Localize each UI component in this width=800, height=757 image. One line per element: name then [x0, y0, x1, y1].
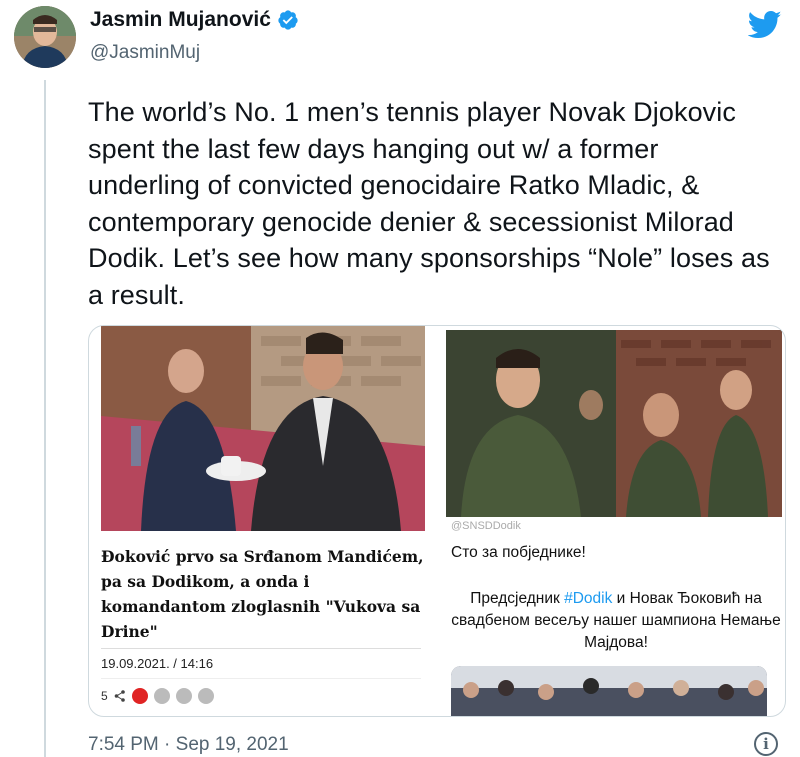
share-count: 5	[101, 689, 108, 703]
right-post-line2: Предсједник #Dodik и Новак Ђоковић на св…	[451, 588, 781, 654]
left-article-date: 19.09.2021. / 14:16	[101, 656, 214, 671]
twitter-share-icon[interactable]	[153, 688, 170, 704]
author-name-row: Jasmin Mujanović	[90, 8, 299, 32]
info-icon[interactable]: i	[754, 732, 778, 756]
divider	[101, 678, 421, 679]
hashtag-link[interactable]: #Dodik	[564, 590, 612, 607]
right-post-handle: @SNSDDodik	[451, 520, 521, 532]
avatar[interactable]	[14, 6, 76, 68]
left-article-headline[interactable]: Đoković prvo sa Srđanom Mandićem, pa sa …	[101, 544, 429, 644]
right-post-line2-prefix: Предсједник	[470, 590, 565, 607]
tweet-timestamp[interactable]: 7:54 PM · Sep 19, 2021	[88, 734, 289, 756]
thread-line	[44, 80, 46, 757]
whatsapp-share-icon[interactable]	[197, 688, 214, 704]
tweet-text: The world’s No. 1 men’s tennis player No…	[88, 97, 770, 310]
tweet-media[interactable]: Đoković prvo sa Srđanom Mandićem, pa sa …	[88, 325, 786, 717]
author-name[interactable]: Jasmin Mujanović	[90, 8, 271, 32]
verified-badge-icon	[278, 10, 298, 30]
right-post-bottom-photo	[451, 666, 767, 716]
divider	[101, 648, 421, 649]
viber-share-icon[interactable]	[175, 688, 192, 704]
left-article-photo	[101, 326, 425, 531]
right-post-photo	[446, 330, 782, 517]
avatar-image	[14, 6, 76, 68]
facebook-share-icon[interactable]	[131, 688, 148, 704]
right-post-line1: Сто за побједнике!	[451, 544, 586, 561]
author-handle[interactable]: @JasminMuj	[90, 42, 200, 64]
twitter-bird-icon[interactable]	[748, 10, 782, 40]
share-icon	[114, 690, 125, 702]
share-bar: 5	[101, 688, 214, 704]
